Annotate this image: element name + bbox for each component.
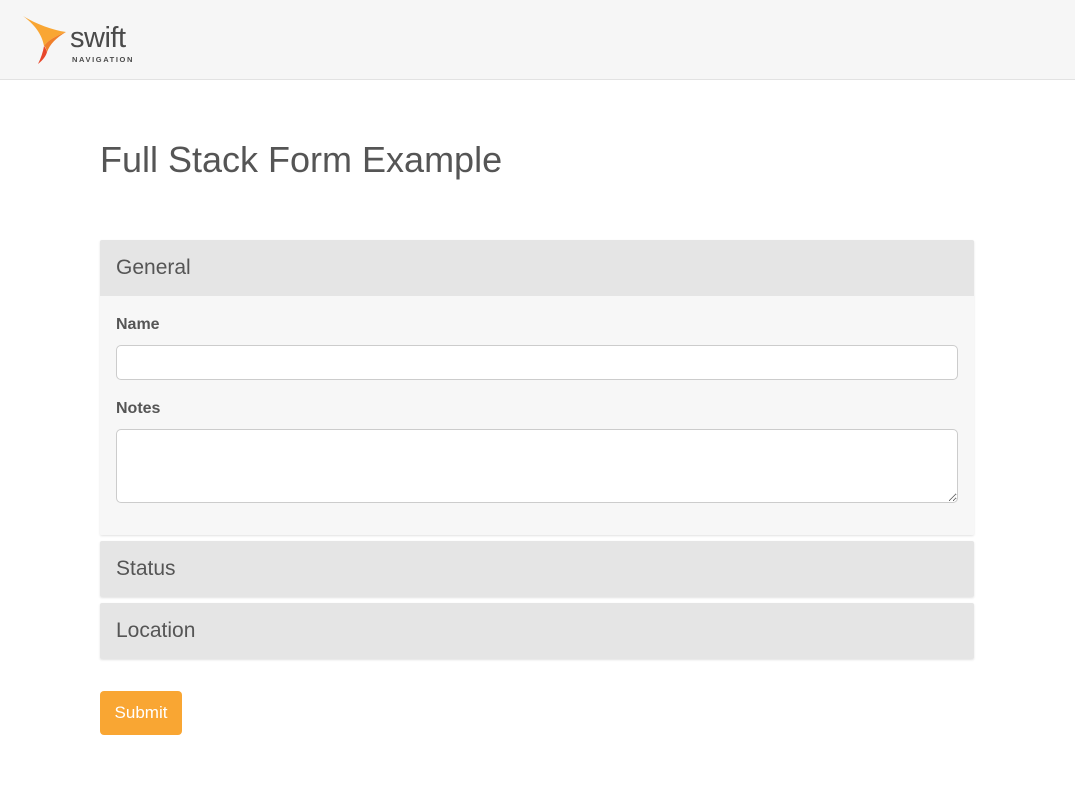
brand-wordmark: swift bbox=[70, 22, 126, 54]
panel-status: Status bbox=[100, 541, 974, 597]
panel-title-location: Location bbox=[116, 619, 196, 642]
panel-header-status[interactable]: Status bbox=[100, 541, 974, 597]
name-field-label: Name bbox=[116, 316, 160, 333]
top-navbar: swift NAVIGATION bbox=[0, 0, 1075, 80]
form-accordion: General Name Notes Status Location bbox=[100, 240, 974, 665]
notes-field-label: Notes bbox=[116, 400, 161, 417]
submit-button[interactable]: Submit bbox=[100, 691, 182, 735]
panel-body-general: Name Notes bbox=[100, 296, 974, 535]
panel-title-status: Status bbox=[116, 557, 176, 580]
brand-subtitle: NAVIGATION bbox=[72, 55, 134, 64]
panel-general: General Name Notes bbox=[100, 240, 974, 535]
swift-bird-logo-icon bbox=[23, 16, 66, 64]
panel-location: Location bbox=[100, 603, 974, 659]
swift-navigation-logo[interactable]: swift NAVIGATION bbox=[22, 14, 142, 68]
name-input[interactable] bbox=[116, 345, 958, 380]
panel-title-general: General bbox=[116, 256, 191, 279]
page-title: Full Stack Form Example bbox=[100, 139, 503, 180]
notes-textarea[interactable] bbox=[116, 429, 958, 503]
panel-header-location[interactable]: Location bbox=[100, 603, 974, 659]
panel-header-general[interactable]: General bbox=[100, 240, 974, 296]
